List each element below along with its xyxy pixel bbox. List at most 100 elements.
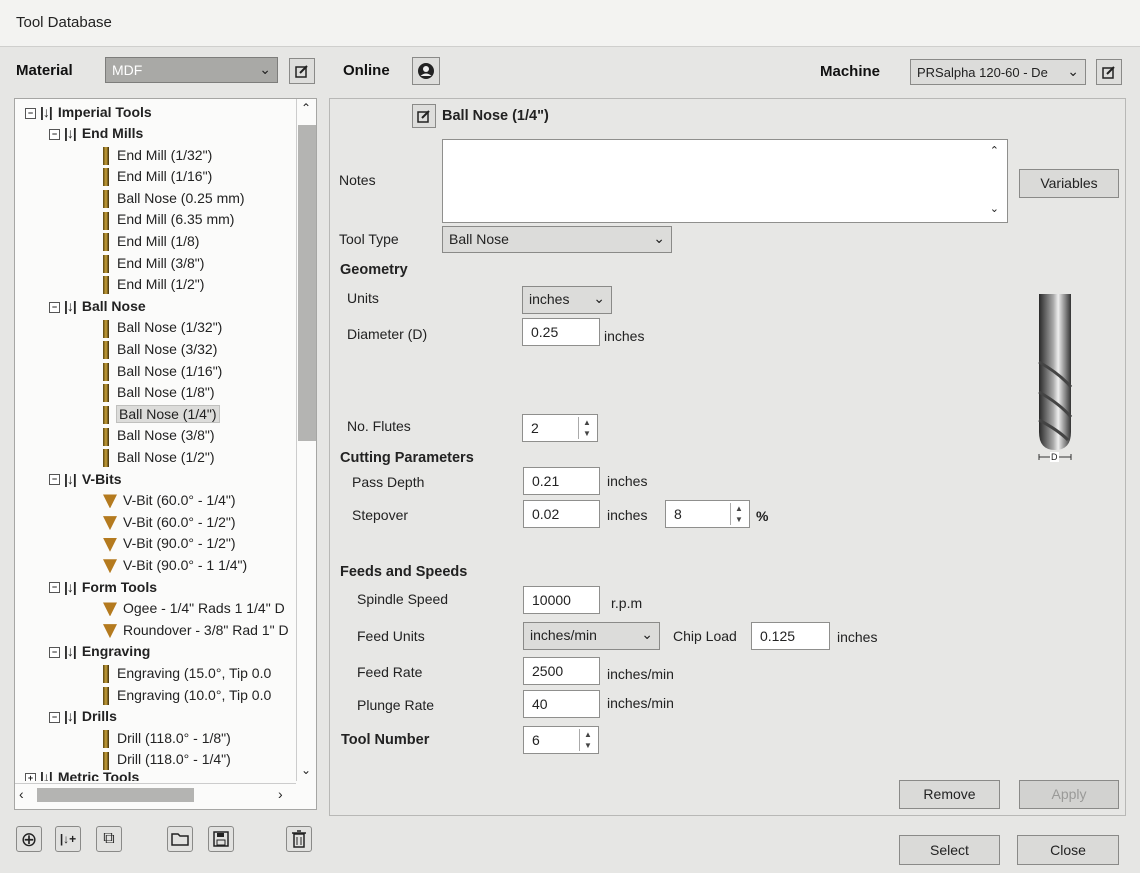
collapse-icon[interactable]: − [49,128,60,140]
tree-item[interactable]: End Mill (1/2") [103,274,204,295]
add-icon: ⊕ [20,828,38,851]
add-group-icon: |↓+ [59,832,77,846]
tree-item[interactable]: Ball Nose (3/8") [103,425,215,446]
stepover-field[interactable]: 0.02 [523,500,600,528]
copy-tool-button[interactable]: ⧉ [96,826,122,852]
tree-item[interactable]: Ball Nose (1/2") [103,447,215,468]
tree-item[interactable]: Ball Nose (1/16") [103,361,222,381]
tree-item[interactable]: Ogee - 1/4" Rads 1 1/4" D [103,598,285,618]
online-account-button[interactable] [412,57,440,85]
open-button[interactable] [167,826,193,852]
edit-machine-button[interactable] [1096,59,1122,85]
tree-item[interactable]: End Mill (1/16") [103,166,212,187]
tree-item[interactable]: V-Bit (90.0° - 1/2") [103,533,236,553]
tree-group[interactable]: − |↓| Ball Nose [49,296,146,316]
feed-rate-field[interactable]: 2500 [523,657,600,685]
scroll-right-icon[interactable]: › [278,786,283,802]
collapse-icon[interactable]: − [49,474,60,486]
tree-item[interactable]: End Mill (1/32") [103,145,212,165]
tree-item[interactable]: V-Bit (60.0° - 1/4") [103,490,236,510]
tree-item[interactable]: Roundover - 3/8" Rad 1" D [103,620,289,640]
tool-group-icon: |↓| [64,643,77,660]
tree-item[interactable]: V-Bit (90.0° - 1 1/4") [103,555,247,575]
tree-group[interactable]: − |↓| Drills [49,706,117,726]
tree-group[interactable]: − |↓| Engraving [49,641,150,661]
stepover-percent-stepper[interactable]: 8 ▲ ▼ [665,500,750,528]
scroll-thumb[interactable] [298,125,316,441]
scroll-up-icon[interactable]: ⌃ [301,101,311,115]
machine-select[interactable]: PRSalpha 120-60 - De ⌄ [910,59,1086,85]
tree-item[interactable]: Ball Nose (1/4") [103,404,220,425]
scroll-left-icon[interactable]: ‹ [19,786,24,802]
select-button[interactable]: Select [899,835,1000,865]
scroll-down-icon[interactable]: ⌄ [301,763,311,777]
vertical-scrollbar[interactable]: ⌃ ⌄ [296,99,317,781]
add-group-button[interactable]: |↓+ [55,826,81,852]
spin-arrows-icon[interactable]: ▲ ▼ [579,729,596,751]
scroll-up-icon[interactable]: ⌃ [990,144,999,157]
edit-tool-name-button[interactable] [412,104,436,128]
tool-type-select[interactable]: Ball Nose ⌄ [442,226,672,253]
material-select[interactable]: MDF ⌄ [105,57,278,83]
collapse-icon[interactable]: − [25,107,36,119]
feed-units-select[interactable]: inches/min ⌄ [523,622,660,650]
tree-group[interactable]: − |↓| End Mills [49,123,143,143]
tree-item[interactable]: Drill (118.0° - 1/8") [103,728,231,749]
notes-field[interactable]: ⌃ ⌄ [442,139,1008,223]
tree-item[interactable]: End Mill (1/8) [103,231,199,252]
spin-arrows-icon[interactable]: ▲ ▼ [578,417,595,439]
collapse-icon[interactable]: − [49,647,60,659]
tree-item[interactable]: V-Bit (60.0° - 1/2") [103,512,236,532]
variables-button[interactable]: Variables [1019,169,1119,198]
end-mill-icon [103,233,109,252]
chip-load-field[interactable]: 0.125 [751,622,830,650]
tree-item[interactable]: Engraving (15.0°, Tip 0.0 [103,663,271,684]
tree-root-metric[interactable]: + |↓| Metric Tools [25,767,139,781]
plunge-rate-field[interactable]: 40 [523,690,600,718]
pass-depth-unit: inches [607,473,648,489]
diameter-unit: inches [604,328,645,344]
flutes-stepper[interactable]: 2 ▲ ▼ [522,414,598,442]
tree-item[interactable]: End Mill (6.35 mm) [103,209,234,230]
tree-item[interactable]: Engraving (10.0°, Tip 0.0 [103,685,271,705]
chevron-down-icon: ⌄ [593,290,605,306]
expand-icon[interactable]: + [25,772,36,781]
remove-button[interactable]: Remove [899,780,1000,809]
tool-group-icon: |↓| [40,769,53,781]
tool-diagram: D [1030,292,1080,467]
save-button[interactable] [208,826,234,852]
scroll-thumb-horizontal[interactable] [37,788,194,802]
material-value: MDF [112,62,143,78]
chip-load-unit: inches [837,629,878,645]
spin-arrows-icon[interactable]: ▲ ▼ [730,503,747,525]
add-tool-button[interactable]: ⊕ [16,826,42,852]
collapse-icon[interactable]: − [49,582,60,594]
tree-group[interactable]: − |↓| Form Tools [49,577,157,597]
delete-button[interactable] [286,826,312,852]
spindle-speed-field[interactable]: 10000 [523,586,600,614]
tree-item[interactable]: Ball Nose (1/32") [103,317,222,338]
tree-item[interactable]: Ball Nose (3/32) [103,339,217,360]
chevron-down-icon: ⌄ [259,61,271,77]
pass-depth-field[interactable]: 0.21 [523,467,600,495]
tree-item[interactable]: Ball Nose (1/8") [103,382,215,403]
tree-root[interactable]: − |↓| Imperial Tools [25,102,152,122]
pass-depth-label: Pass Depth [352,474,425,490]
collapse-icon[interactable]: − [49,711,60,723]
collapse-icon[interactable]: − [49,301,60,313]
tree-item[interactable]: End Mill (3/8") [103,253,204,273]
apply-button[interactable]: Apply [1019,780,1119,809]
diameter-field[interactable]: 0.25 [522,318,600,346]
tool-group-icon: |↓| [64,470,77,487]
tree-item[interactable]: Ball Nose (0.25 mm) [103,188,245,209]
horizontal-scrollbar[interactable]: ‹ › [15,783,296,808]
scroll-down-icon[interactable]: ⌄ [990,202,999,215]
tree-group[interactable]: − |↓| V-Bits [49,469,122,489]
units-select[interactable]: inches ⌄ [522,286,612,314]
edit-material-button[interactable] [289,58,315,84]
tool-number-stepper[interactable]: 6 ▲ ▼ [523,726,599,754]
close-button[interactable]: Close [1017,835,1119,865]
tool-group-icon: |↓| [64,125,77,141]
machine-value: PRSalpha 120-60 - De [917,65,1048,80]
end-mill-icon [103,190,109,209]
